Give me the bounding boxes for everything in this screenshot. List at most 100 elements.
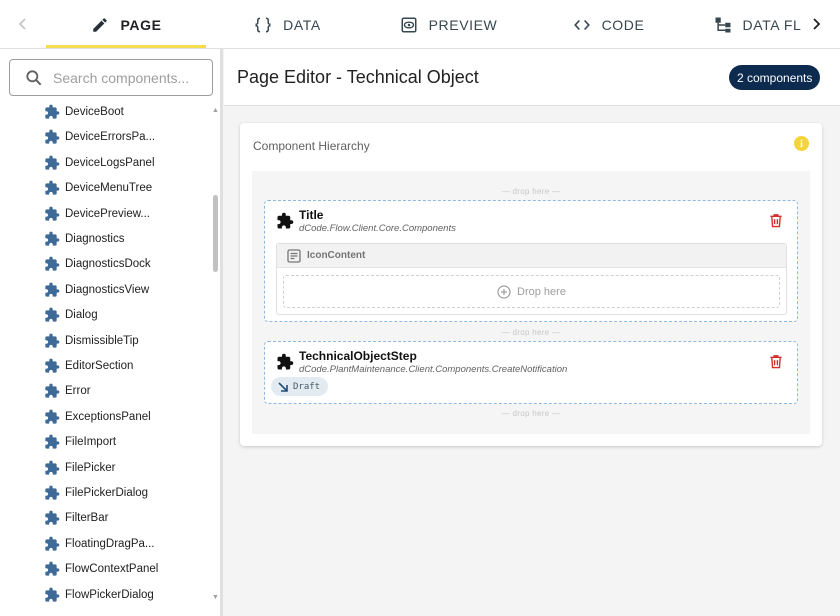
component-list-item-label: Diagnostics <box>65 233 125 245</box>
tab-code-label: CODE <box>601 16 645 33</box>
drop-zone[interactable]: Drop here <box>283 275 780 308</box>
hierarchy-node[interactable]: TechnicalObjectStep dCode.PlantMaintenan… <box>264 341 798 404</box>
add-circle-icon <box>497 284 511 299</box>
search-icon <box>26 69 42 85</box>
puzzle-icon <box>45 180 60 195</box>
app-window: PAGE DATA PREVIEW CODE DATA FL Search co… <box>0 0 840 616</box>
component-list-item-label: DevicePreview... <box>65 207 151 220</box>
puzzle-icon <box>277 212 294 229</box>
tabs-scroll-right-button[interactable] <box>804 12 828 36</box>
tab-preview-label: PREVIEW <box>428 16 498 33</box>
trash-icon <box>770 354 782 368</box>
slot-container: IconContent Drop here <box>276 243 787 315</box>
node-namespace: dCode.PlantMaintenance.Client.Components… <box>299 364 568 375</box>
component-list-item-label: FlowContextPanel <box>65 563 159 576</box>
tab-bar: PAGE DATA PREVIEW CODE DATA FL <box>0 0 840 49</box>
chevron-right-icon <box>813 18 821 30</box>
puzzle-icon <box>45 206 60 221</box>
puzzle-icon <box>45 104 60 119</box>
puzzle-icon <box>45 460 60 475</box>
component-list-item[interactable]: FlowContextPanel <box>44 558 158 580</box>
delete-button[interactable] <box>767 352 785 370</box>
tab-page-label: PAGE <box>120 16 162 33</box>
component-list-item[interactable]: EditorSection <box>44 355 133 377</box>
trash-icon <box>770 213 782 227</box>
editor-header: Page Editor - Technical Object 2 compone… <box>224 49 840 106</box>
puzzle-icon <box>45 307 60 322</box>
tab-data-flow[interactable]: DATA FL <box>712 0 802 49</box>
component-list: DeviceBoot DeviceErrorsPa... DeviceLogsPan… <box>0 101 210 616</box>
puzzle-icon <box>45 434 60 449</box>
component-list-item-label: DeviceBoot <box>65 106 124 118</box>
component-list-item[interactable]: FlowPickerDialog <box>44 584 154 606</box>
component-list-item[interactable]: DevicePreview... <box>44 203 150 225</box>
search-input[interactable] <box>53 69 203 86</box>
active-tab-indicator <box>46 45 206 48</box>
flow-icon <box>713 15 733 35</box>
component-list-item[interactable]: FloatingDragPa... <box>44 533 155 555</box>
puzzle-icon <box>45 409 60 424</box>
puzzle-icon <box>45 333 60 348</box>
puzzle-icon <box>45 384 60 399</box>
puzzle-icon <box>45 561 60 576</box>
component-list-item[interactable]: DeviceErrorsPa... <box>44 126 155 148</box>
drop-hint[interactable]: — drop here — <box>252 409 810 418</box>
drop-hint[interactable]: — drop here — <box>252 187 810 196</box>
tab-preview[interactable]: PREVIEW <box>393 0 503 49</box>
node-name: Title <box>299 208 324 222</box>
tabs-scroll-left-button[interactable] <box>11 12 35 36</box>
component-count-badge: 2 components <box>729 65 821 90</box>
component-list-item-label: FilePickerDialog <box>65 487 149 499</box>
component-list-item[interactable]: Diagnostics <box>44 228 124 250</box>
component-list-item[interactable]: FilePicker <box>44 457 115 479</box>
scroll-up-arrow[interactable]: ▲ <box>212 107 219 115</box>
tab-data[interactable]: DATA <box>247 0 327 49</box>
component-list-item-label: Error <box>65 385 91 398</box>
delete-button[interactable] <box>767 211 785 229</box>
node-namespace: dCode.Flow.Client.Core.Components <box>299 223 456 234</box>
component-list-item-label: FileImport <box>65 436 117 449</box>
drop-zone-label: Drop here <box>517 285 566 298</box>
component-list-item-label: FilterBar <box>65 512 109 525</box>
drop-hint[interactable]: — drop here — <box>252 328 810 337</box>
component-list-item-label: DiagnosticsView <box>65 283 150 296</box>
hierarchy-node[interactable]: Title dCode.Flow.Client.Core.Components … <box>264 200 798 322</box>
component-list-item[interactable]: DeviceLogsPanel <box>44 152 155 174</box>
draft-status-chip: Draft <box>271 377 329 396</box>
scroll-down-arrow[interactable]: ▼ <box>212 594 219 602</box>
tab-code[interactable]: CODE <box>563 0 653 49</box>
component-list-item-label: Dialog <box>65 309 98 322</box>
slot-header: IconContent <box>277 244 786 268</box>
node-name: TechnicalObjectStep <box>299 349 417 363</box>
puzzle-icon <box>45 536 60 551</box>
component-list-item[interactable]: DeviceBoot <box>44 101 124 123</box>
puzzle-icon <box>45 511 60 526</box>
component-list-item[interactable]: FilterBar <box>44 507 108 529</box>
info-icon[interactable] <box>794 136 809 151</box>
scrollbar-thumb[interactable] <box>213 195 218 272</box>
component-list-item[interactable]: DismissibleTip <box>44 330 139 352</box>
tab-page[interactable]: PAGE <box>46 0 206 49</box>
component-list-item[interactable]: ExceptionsPanel <box>44 406 151 428</box>
component-list-item[interactable]: DeviceMenuTree <box>44 177 152 199</box>
component-sidebar: DeviceBoot DeviceErrorsPa... DeviceLogsPan… <box>0 49 222 616</box>
component-list-item[interactable]: FilePickerDialog <box>44 482 148 504</box>
puzzle-icon <box>277 353 294 370</box>
component-list-item[interactable]: Dialog <box>44 304 98 326</box>
component-list-item-label: DismissibleTip <box>65 334 139 347</box>
component-list-item-label: DeviceMenuTree <box>65 182 153 195</box>
component-list-item[interactable]: Error <box>44 380 91 402</box>
code-icon <box>572 15 592 35</box>
component-list-item[interactable]: FileImport <box>44 431 116 453</box>
chevron-left-icon <box>18 18 26 30</box>
eye-icon <box>399 15 419 35</box>
draft-chip-label: Draft <box>293 381 321 392</box>
component-list-item-label: FlowPickerDialog <box>65 588 154 601</box>
component-list-item-label: FilePicker <box>65 461 116 474</box>
component-list-item[interactable]: DiagnosticsView <box>44 279 149 301</box>
component-list-item-label: EditorSection <box>65 360 134 372</box>
search-box[interactable] <box>9 59 213 96</box>
component-list-item[interactable]: DiagnosticsDock <box>44 253 151 275</box>
panel-divider[interactable] <box>220 49 223 616</box>
puzzle-icon <box>45 358 60 373</box>
